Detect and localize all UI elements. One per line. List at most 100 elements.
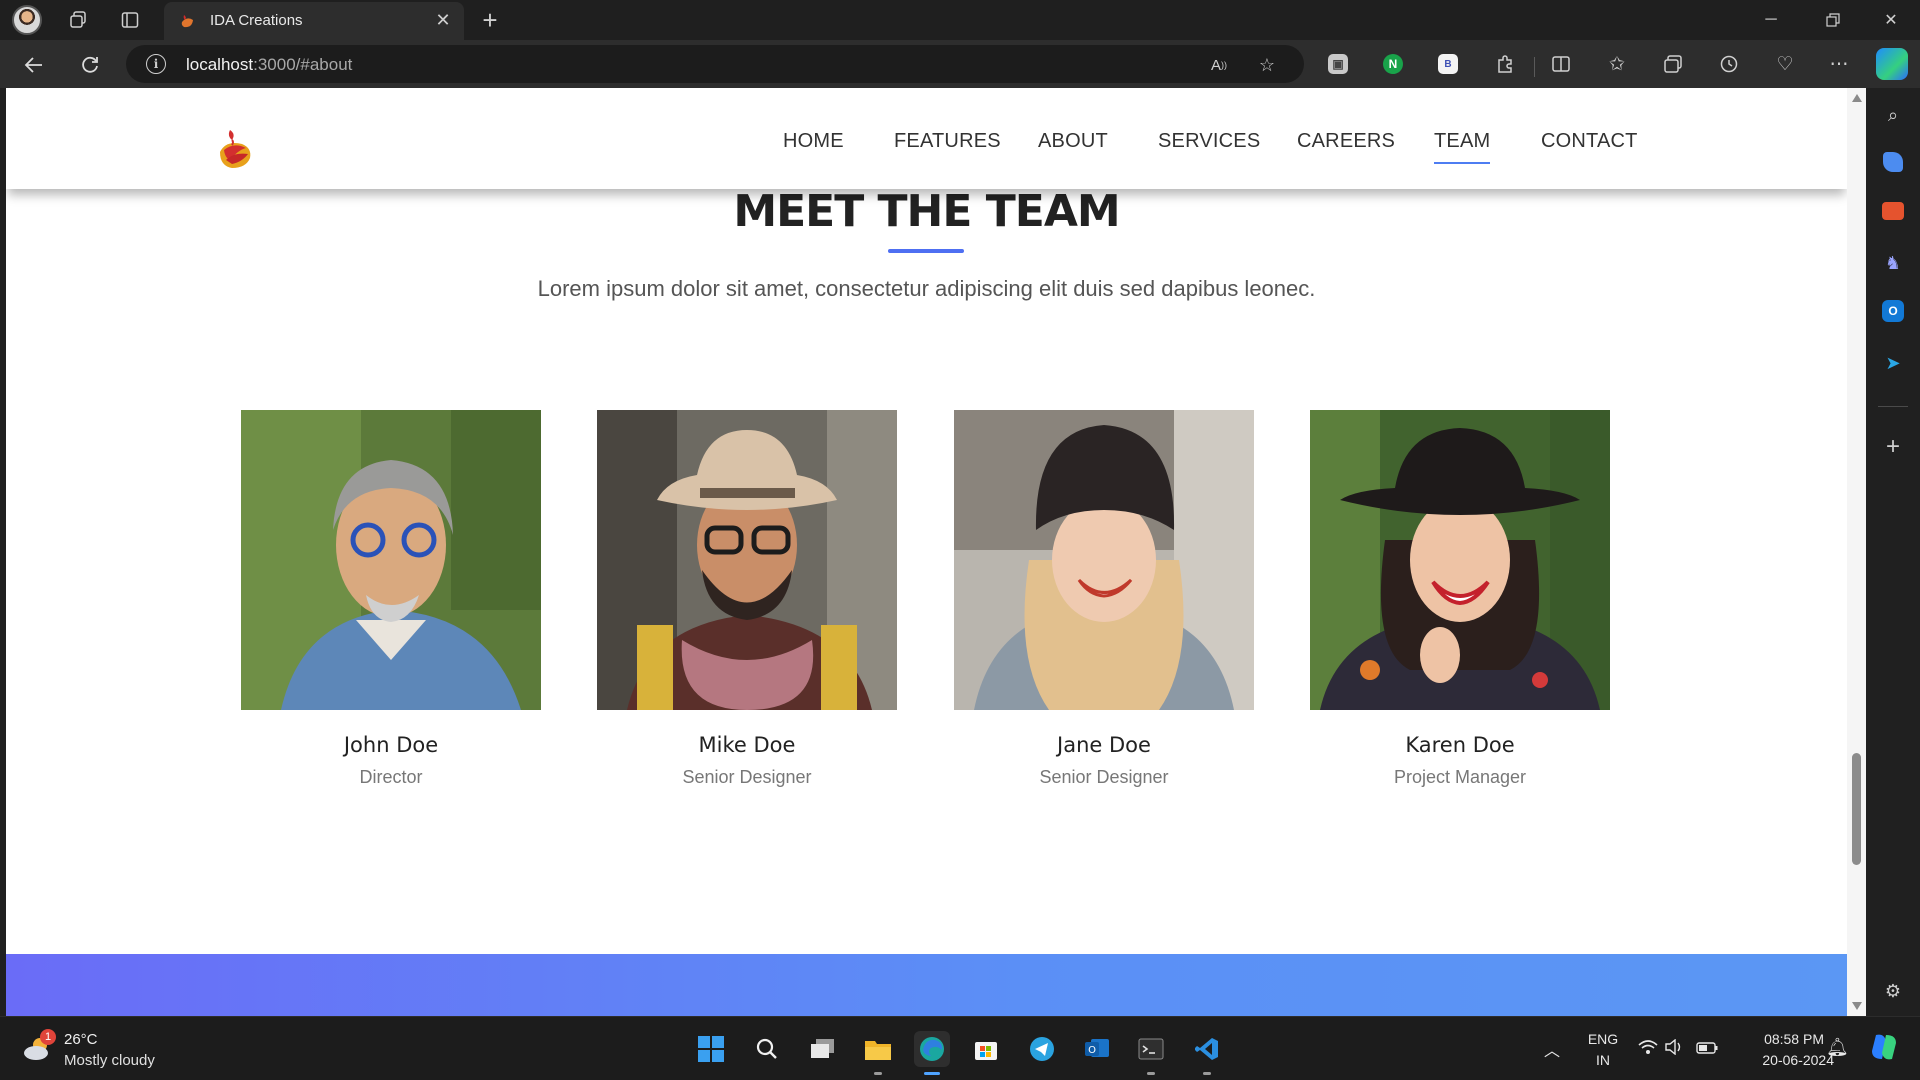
sidebar-telegram-icon[interactable]: ➤ <box>1880 350 1906 376</box>
volume-icon[interactable] <box>1665 1038 1683 1058</box>
workspaces-icon[interactable] <box>64 6 92 34</box>
sidebar-games-icon[interactable]: ♞ <box>1880 250 1906 276</box>
start-windows-icon[interactable] <box>693 1031 729 1067</box>
sidebar-shopping-icon[interactable] <box>1883 152 1903 172</box>
page-viewport: HOME FEATURES ABOUT SERVICES CAREERS TEA… <box>6 88 1847 1016</box>
scroll-up-arrow-icon[interactable] <box>1852 94 1862 102</box>
windows-taskbar: 1 26°C Mostly cloudy O ︿ ENG IN 08:58 PM… <box>0 1016 1920 1080</box>
footer-band <box>6 954 1847 1016</box>
wifi-icon[interactable] <box>1638 1039 1658 1058</box>
title-underline <box>888 249 964 253</box>
extension-n-icon[interactable]: N <box>1383 54 1403 74</box>
team-member-card: Mike Doe Senior Designer <box>597 410 897 788</box>
minimize-button[interactable]: ─ <box>1740 0 1802 40</box>
site-logo[interactable] <box>216 126 256 172</box>
section-title: MEET THE TEAM <box>733 186 1120 237</box>
team-member-role: Project Manager <box>1393 767 1527 787</box>
sidebar-separator <box>1878 406 1908 407</box>
page-scrollbar[interactable] <box>1847 88 1866 1016</box>
team-member-name: Karen Doe <box>1405 733 1515 757</box>
tab-title: IDA Creations <box>210 12 303 29</box>
battery-icon[interactable] <box>1696 1041 1718 1057</box>
nav-home[interactable]: HOME <box>783 130 844 153</box>
team-member-photo <box>597 410 897 710</box>
browser-essentials-icon[interactable]: ♡ <box>1772 51 1798 77</box>
language-indicator[interactable]: ENG <box>1586 1031 1620 1047</box>
clock-time[interactable]: 08:58 PM <box>1764 1031 1824 1047</box>
outlook-new-icon[interactable]: O <box>1079 1031 1115 1067</box>
extension-b-icon[interactable]: B <box>1438 54 1458 74</box>
read-aloud-icon[interactable]: A)) <box>1206 52 1232 78</box>
sidebar-tools-icon[interactable] <box>1882 202 1904 220</box>
site-info-icon[interactable]: i <box>146 54 166 74</box>
browser-toolbar: i localhost:3000/#about A)) ☆ ▣ N B ✩ ♡ … <box>0 40 1920 88</box>
task-view-icon[interactable] <box>805 1031 841 1067</box>
collections-icon[interactable] <box>1660 51 1686 77</box>
extensions-icon[interactable] <box>1492 51 1518 77</box>
sidebar-settings-gear-icon[interactable]: ⚙ <box>1880 978 1906 1004</box>
team-member-role: Senior Designer <box>1039 767 1169 787</box>
copilot-taskbar-icon[interactable] <box>1868 1031 1900 1066</box>
sidebar-add-icon[interactable]: + <box>1880 433 1906 460</box>
tab-favicon-icon <box>181 15 193 28</box>
svg-text:O: O <box>1088 1045 1096 1056</box>
region-indicator[interactable]: IN <box>1586 1052 1620 1068</box>
tab-close-button[interactable]: ✕ <box>430 7 456 33</box>
favorite-star-icon[interactable]: ☆ <box>1254 52 1280 78</box>
terminal-icon[interactable] <box>1133 1031 1169 1075</box>
team-member-card: Jane Doe Senior Designer <box>954 410 1254 788</box>
file-explorer-icon[interactable] <box>860 1031 896 1075</box>
weather-temperature[interactable]: 26°C <box>64 1031 98 1048</box>
toolbar-separator <box>1534 57 1535 77</box>
nav-contact[interactable]: CONTACT <box>1541 130 1638 153</box>
favorites-icon[interactable]: ✩ <box>1604 51 1630 77</box>
microsoft-store-icon[interactable] <box>968 1031 1004 1067</box>
telegram-icon[interactable] <box>1024 1031 1060 1067</box>
sidebar-search-icon[interactable]: ⌕ <box>1880 102 1906 128</box>
scrollbar-thumb[interactable] <box>1852 753 1861 865</box>
history-icon[interactable] <box>1716 51 1742 77</box>
address-bar[interactable]: i localhost:3000/#about A)) ☆ <box>126 45 1304 83</box>
browser-title-bar: IDA Creations ✕ + ─ ✕ <box>0 0 1920 40</box>
team-member-photo <box>954 410 1254 710</box>
edge-browser-icon[interactable] <box>914 1031 950 1075</box>
back-button[interactable] <box>18 49 50 81</box>
browser-tab[interactable]: IDA Creations ✕ <box>164 2 464 40</box>
notification-bell-icon[interactable]: 🔔︎ <box>1826 1037 1849 1058</box>
team-member-name: Mike Doe <box>698 733 796 757</box>
more-menu-icon[interactable]: ⋯ <box>1826 51 1852 77</box>
team-member-role: Director <box>359 767 423 787</box>
clock-date[interactable]: 20-06-2024 <box>1762 1052 1834 1068</box>
copilot-icon[interactable] <box>1876 48 1908 80</box>
team-member-name: John Doe <box>343 733 439 757</box>
show-hidden-icons-chevron-icon[interactable]: ︿ <box>1544 1037 1560 1061</box>
edge-sidebar: ⌕ ♞ O ➤ + ⚙ <box>1866 88 1920 1016</box>
taskbar-search-icon[interactable] <box>749 1031 785 1067</box>
new-tab-button[interactable]: + <box>476 5 504 35</box>
nav-careers[interactable]: CAREERS <box>1297 130 1395 153</box>
extension-puzzle-grey-icon[interactable]: ▣ <box>1328 54 1348 74</box>
nav-services[interactable]: SERVICES <box>1158 130 1260 153</box>
section-subtitle: Lorem ipsum dolor sit amet, consectetur … <box>537 276 1316 301</box>
vertical-tabs-icon[interactable] <box>116 6 144 34</box>
team-member-name: Jane Doe <box>1057 733 1151 757</box>
scroll-down-arrow-icon[interactable] <box>1852 1002 1862 1010</box>
nav-about[interactable]: ABOUT <box>1038 130 1108 153</box>
sidebar-outlook-icon[interactable]: O <box>1882 300 1904 322</box>
weather-badge: 1 <box>40 1029 56 1045</box>
split-screen-icon[interactable] <box>1548 51 1574 77</box>
nav-team[interactable]: TEAM <box>1434 130 1490 153</box>
vscode-icon[interactable] <box>1189 1031 1225 1075</box>
team-member-role: Senior Designer <box>682 767 812 787</box>
profile-avatar[interactable] <box>12 5 42 35</box>
team-member-photo <box>1310 410 1610 710</box>
close-window-button[interactable]: ✕ <box>1860 0 1920 40</box>
nav-features[interactable]: FEATURES <box>894 130 1001 153</box>
site-header: HOME FEATURES ABOUT SERVICES CAREERS TEA… <box>6 88 1847 189</box>
active-nav-underline <box>1434 162 1490 164</box>
url-text[interactable]: localhost:3000/#about <box>186 55 352 75</box>
team-member-card: Karen Doe Project Manager <box>1310 410 1610 788</box>
restore-button[interactable] <box>1802 0 1864 40</box>
weather-description[interactable]: Mostly cloudy <box>64 1052 155 1069</box>
refresh-button[interactable] <box>74 49 106 81</box>
